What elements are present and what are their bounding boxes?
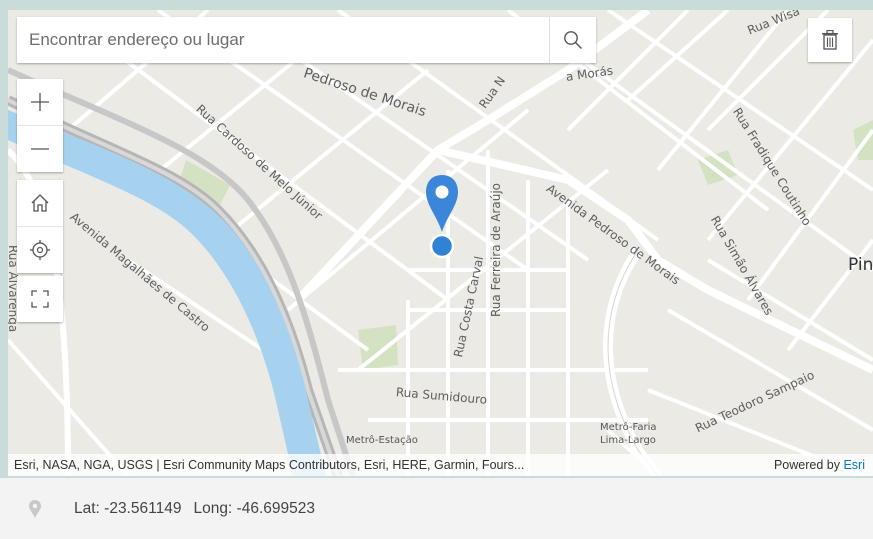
locate-button[interactable] bbox=[17, 226, 63, 273]
map-label: Pin bbox=[848, 255, 873, 275]
coordinates-bar: Lat: -23.561149 Long: -46.699523 bbox=[0, 478, 873, 539]
longitude-value: Long: -46.699523 bbox=[193, 499, 315, 517]
search-icon bbox=[564, 31, 583, 50]
zoom-controls bbox=[17, 79, 63, 172]
map-attribution: Esri, NASA, NGA, USGS | Esri Community M… bbox=[8, 454, 873, 476]
fullscreen-control bbox=[17, 276, 63, 322]
crosshair-icon bbox=[30, 240, 50, 260]
home-icon bbox=[31, 194, 49, 212]
search-button[interactable] bbox=[549, 17, 596, 63]
attribution-text: Esri, NASA, NGA, USGS | Esri Community M… bbox=[14, 458, 525, 472]
minus-icon bbox=[31, 148, 49, 150]
map-label: Lima-Largo bbox=[600, 435, 656, 446]
zoom-out-button[interactable] bbox=[17, 125, 63, 172]
search-input[interactable] bbox=[17, 17, 549, 63]
map-frame: Rua Wisa a Morás Pedroso de Morais Rua N… bbox=[0, 0, 873, 478]
fullscreen-icon bbox=[31, 290, 49, 308]
powered-by: Powered by Esri bbox=[774, 458, 865, 472]
esri-link[interactable]: Esri bbox=[843, 458, 865, 472]
map-label: Metrô-Faria bbox=[600, 422, 657, 433]
map-view[interactable]: Rua Wisa a Morás Pedroso de Morais Rua N… bbox=[8, 10, 873, 476]
powered-by-label: Powered by bbox=[773, 458, 840, 472]
delete-button[interactable] bbox=[808, 18, 852, 62]
navigation-controls bbox=[17, 180, 63, 273]
location-marker[interactable] bbox=[418, 170, 468, 260]
plus-icon bbox=[31, 93, 49, 111]
home-button[interactable] bbox=[17, 180, 63, 226]
zoom-in-button[interactable] bbox=[17, 79, 63, 125]
search-box bbox=[17, 17, 596, 63]
map-label: Metrô-Estação bbox=[346, 435, 418, 446]
latitude-value: Lat: -23.561149 bbox=[74, 499, 182, 517]
location-pin-icon bbox=[28, 499, 42, 519]
map-label: Rua Ferreira de Araújo bbox=[489, 182, 503, 317]
trash-icon bbox=[822, 30, 838, 50]
fullscreen-button[interactable] bbox=[17, 276, 63, 322]
